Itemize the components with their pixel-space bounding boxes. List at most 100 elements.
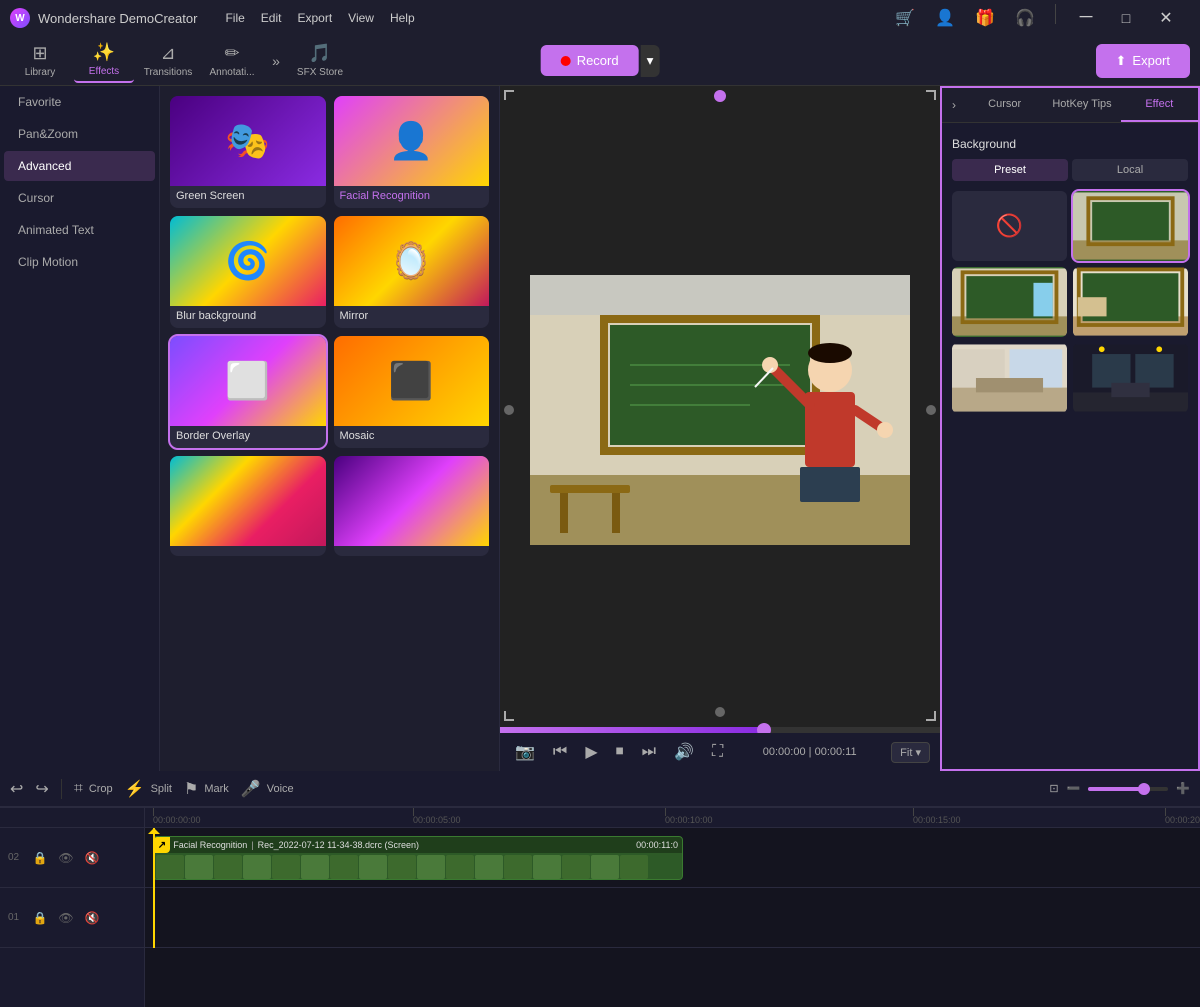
tab-sfx[interactable]: 🎵 SFX Store [290,39,350,83]
mark-button[interactable]: ⚑ Mark [184,779,229,799]
tab-library[interactable]: ⊞ Library [10,39,70,83]
voice-button[interactable]: 🎤 Voice [241,779,294,799]
effects-icon: ✨ [93,42,115,63]
maximize-button[interactable]: □ [1112,4,1140,32]
undo-button[interactable]: ↩ [10,779,23,799]
nav-animated-text[interactable]: Animated Text [4,215,155,245]
nav-advanced[interactable]: Advanced [4,151,155,181]
track-01-lock[interactable]: 🔒 [30,908,50,928]
zoom-bar-container [1088,787,1168,791]
bg-item-classroom2[interactable] [952,267,1067,337]
zoom-bar[interactable] [1088,787,1168,791]
zoom-thumb[interactable] [1138,783,1150,795]
nav-cursor[interactable]: Cursor [4,183,155,213]
crop-handle-left[interactable] [504,405,514,415]
bg-item-office[interactable] [952,343,1067,413]
effect-facial-recognition[interactable]: 👤 Facial Recognition [334,96,490,208]
split-icon: ⚡ [125,779,145,799]
forward-button[interactable]: ⏭ [637,740,661,764]
effect-mirror[interactable]: 🪞 Mirror [334,216,490,328]
cart-icon[interactable]: 🛒 [891,4,919,32]
time-display: 00:00:00 | 00:00:11 [763,746,857,758]
right-tab-effect[interactable]: Effect [1121,88,1198,122]
fit-dropdown-icon: ▾ [915,747,921,759]
track-01-lane [145,888,1200,948]
volume-button[interactable]: 🔊 [669,739,699,765]
tab-effects[interactable]: ✨ Effects [74,39,134,83]
timeline-scrollable[interactable]: 00:00:00:00 00:00:05:00 00:00:10:00 00:0… [145,808,1200,1007]
crop-handle-right[interactable] [926,405,936,415]
effect-partial-1[interactable] [170,456,326,556]
local-tab[interactable]: Local [1072,159,1188,181]
video-progress-fill [500,727,764,733]
zoom-out-button[interactable]: ➖ [1067,782,1081,795]
video-scrubber-handle[interactable] [757,723,771,733]
zoom-in-button[interactable]: ➕ [1176,782,1190,795]
video-scrubber[interactable] [500,727,940,733]
effect-blur-bg-label: Blur background [170,306,326,328]
right-tab-cursor[interactable]: Cursor [966,88,1043,122]
clip-title: Facial Recognition [173,840,247,850]
record-dot-icon [561,56,571,66]
effect-green-screen[interactable]: 🎭 Green Screen [170,96,326,208]
clip-thumb-1 [156,855,184,879]
menu-view[interactable]: View [348,11,374,25]
gift-icon[interactable]: 🎁 [971,4,999,32]
tab-annotations[interactable]: ✏ Annotati... [202,39,262,83]
user-icon[interactable]: 👤 [931,4,959,32]
record-dropdown-button[interactable]: ▾ [641,45,660,77]
effect-green-screen-label: Green Screen [170,186,326,208]
clip-filename: Rec_2022-07-12 11-34-38.dcrc (Screen) [258,840,419,850]
close-button[interactable]: ✕ [1152,4,1180,32]
video-progress-bar[interactable] [500,727,940,733]
minimize-button[interactable]: ─ [1072,4,1100,32]
effect-border-overlay[interactable]: ⬜ Border Overlay [170,336,326,448]
rewind-button[interactable]: ⏮ [548,740,572,764]
tab-annotations-label: Annotati... [209,67,254,78]
crop-handle-bottom[interactable] [715,707,725,717]
right-panel-expand-icon[interactable]: › [942,88,966,122]
track-01-audio[interactable]: 🔇 [82,908,102,928]
more-tabs-button[interactable]: » [266,39,286,83]
video-controls-bar: 📷 ⏮ ▶ ⏹ ⏭ 🔊 ⛶ 00:00:00 | 00:00:11 Fit ▾ [500,733,940,771]
nav-clip-motion[interactable]: Clip Motion [4,247,155,277]
track-01-visibility[interactable]: 👁 [56,908,76,928]
preset-tab[interactable]: Preset [952,159,1068,181]
effect-mosaic[interactable]: ⬛ Mosaic [334,336,490,448]
clip-facial-recognition[interactable]: ↗ 👤 Facial Recognition | Rec_2022-07-12 … [153,836,683,880]
timeline-toolbar: ↩ ↪ ⌗ Crop ⚡ Split ⚑ Mark 🎤 Voice ⊡ ➖ [0,771,1200,807]
menu-help[interactable]: Help [390,11,415,25]
redo-button[interactable]: ↪ [35,779,48,799]
right-tab-hotkey[interactable]: HotKey Tips [1043,88,1120,122]
menu-file[interactable]: File [225,11,244,25]
effect-thumbnail: ⬜ [170,336,326,426]
stop-button[interactable]: ⏹ [611,740,629,764]
fit-button[interactable]: Fit ▾ [891,742,930,763]
bg-item-light-room[interactable] [1073,267,1188,337]
fit-timeline-button[interactable]: ⊡ [1049,782,1058,795]
menu-edit[interactable]: Edit [261,11,282,25]
bg-item-none[interactable]: 🚫 [952,191,1067,261]
bg-item-dark-room[interactable] [1073,343,1188,413]
effect-partial-2[interactable] [334,456,490,556]
menu-export[interactable]: Export [297,11,332,25]
record-button[interactable]: Record [541,45,639,76]
titlebar-utility-icons: 🛒 👤 🎁 🎧 ─ □ ✕ [891,4,1180,32]
bg-office-svg [952,343,1067,413]
export-button[interactable]: ⬆ Export [1096,44,1190,78]
crop-button[interactable]: ⌗ Crop [74,780,113,798]
nav-favorite[interactable]: Favorite [4,87,155,117]
fit-timeline-icon: ⊡ [1049,782,1058,795]
split-button[interactable]: ⚡ Split [125,779,172,799]
voice-icon: 🎤 [241,779,261,799]
screenshot-button[interactable]: 📷 [510,739,540,765]
crop-handle-top[interactable] [714,90,726,102]
nav-panzoom[interactable]: Pan&Zoom [4,119,155,149]
effect-blur-bg[interactable]: 🌀 Blur background [170,216,326,328]
total-time: 00:00:11 [815,746,857,758]
bg-item-classroom1[interactable] [1073,191,1188,261]
play-button[interactable]: ▶ [580,739,602,765]
headphones-icon[interactable]: 🎧 [1011,4,1039,32]
tab-transitions[interactable]: ⊿ Transitions [138,39,198,83]
fullscreen-button[interactable]: ⛶ [707,740,728,764]
